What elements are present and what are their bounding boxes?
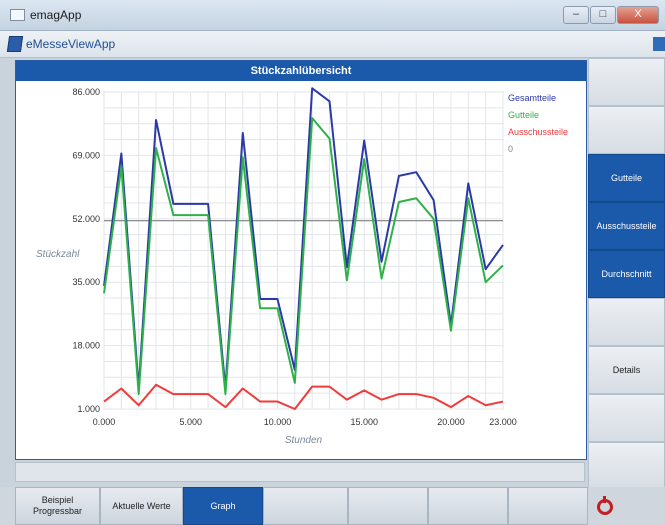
y-tick-label: 69.000	[72, 150, 100, 160]
legend-item: Ausschussteile	[508, 127, 568, 137]
y-tick-label: 18.000	[72, 341, 100, 351]
y-axis-label: Stückzahl	[36, 249, 80, 260]
app-window-icon	[10, 9, 25, 21]
y-tick-label: 35.000	[72, 277, 100, 287]
sidebar-button-ausschussteile[interactable]: Ausschussteile	[588, 202, 665, 250]
header-corner-marker	[653, 37, 665, 51]
x-tick-label: 5.000	[179, 417, 202, 427]
status-bar	[15, 462, 585, 482]
x-tick-label: 23.000	[489, 417, 517, 427]
x-axis-label: Stunden	[285, 435, 323, 446]
bottom-tab-5[interactable]	[428, 487, 508, 525]
bottom-tab-2[interactable]: Graph	[183, 487, 263, 525]
y-tick-label: 52.000	[72, 214, 100, 224]
sidebar-button-empty-5[interactable]	[588, 298, 665, 346]
bottom-tab-4[interactable]	[348, 487, 428, 525]
close-button[interactable]: X	[617, 6, 659, 24]
app-header: eMesseViewApp	[0, 31, 665, 58]
bottom-tab-6[interactable]	[508, 487, 588, 525]
window-title: emagApp	[30, 8, 82, 22]
sidebar-button-empty-8[interactable]	[588, 442, 665, 490]
x-tick-label: 10.000	[264, 417, 292, 427]
bottom-tab-1[interactable]: Aktuelle Werte	[100, 487, 183, 525]
maximize-button[interactable]: □	[590, 6, 616, 24]
sidebar-button-empty-7[interactable]	[588, 394, 665, 442]
bottom-tabbar: Beispiel Progressbar Aktuelle Werte Graph	[0, 487, 665, 525]
x-tick-label: 20.000	[437, 417, 465, 427]
sidebar-button-durchschnitt[interactable]: Durchschnitt	[588, 250, 665, 298]
bottom-tab-3[interactable]	[263, 487, 348, 525]
minimize-button[interactable]: –	[563, 6, 589, 24]
sidebar-button-gutteile[interactable]: Gutteile	[588, 154, 665, 202]
sidebar-button-empty-1[interactable]	[588, 106, 665, 154]
power-icon[interactable]	[597, 496, 613, 515]
legend-item: 0	[508, 144, 513, 154]
window-titlebar: emagApp – □ X	[0, 0, 665, 31]
sidebar: Gutteile Ausschussteile Durchschnitt Detail…	[588, 58, 665, 490]
x-tick-label: 15.000	[350, 417, 378, 427]
x-tick-label: 0.000	[93, 417, 116, 427]
y-tick-label: 1.000	[77, 404, 100, 414]
legend-item: Gesamtteile	[508, 93, 556, 103]
legend-item: Gutteile	[508, 110, 539, 120]
chart-panel: Stückzahlübersicht 1.000 18.000 35.000 52.0…	[15, 60, 587, 460]
line-chart: 1.000 18.000 35.000 52.000 69.000 86.000 0.000…	[36, 87, 568, 446]
panel-title: Stückzahlübersicht	[16, 61, 586, 81]
sidebar-button-empty-0[interactable]	[588, 58, 665, 106]
sidebar-button-details[interactable]: Details	[588, 346, 665, 394]
y-tick-label: 86.000	[72, 87, 100, 97]
app-name: eMesseViewApp	[26, 37, 116, 51]
bottom-tab-0[interactable]: Beispiel Progressbar	[15, 487, 100, 525]
app-logo-icon	[6, 36, 24, 52]
